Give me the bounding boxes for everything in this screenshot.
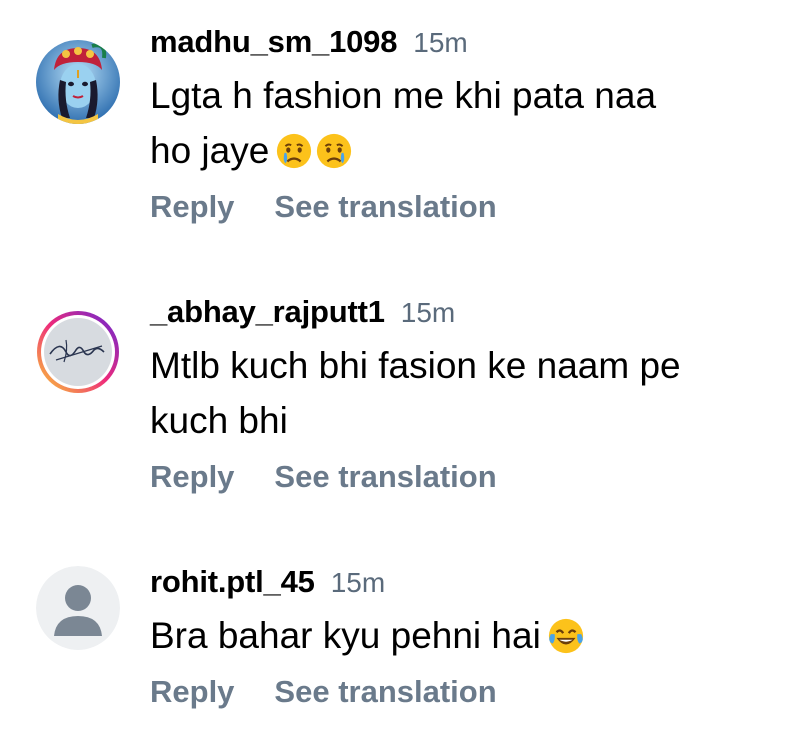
avatar[interactable] <box>36 566 120 650</box>
comment-text-line: Bra bahar kyu pehni hai <box>150 608 780 663</box>
crying-face-emoji-icon <box>315 130 353 169</box>
comment-username[interactable]: _abhay_rajputt1 <box>150 294 385 330</box>
crying-face-emoji-icon <box>275 130 313 169</box>
avatar-krishna-icon <box>36 40 120 124</box>
comment-content: _abhay_rajputt1 15m Mtlb kuch bhi fasion… <box>150 294 780 502</box>
comment-text-fragment: Bra bahar kyu pehni hai <box>150 615 541 656</box>
comment-actions: Reply See translation <box>150 667 780 717</box>
comment-text-line: Mtlb kuch bhi fasion ke naam pe <box>150 345 681 386</box>
see-translation-button[interactable]: See translation <box>274 459 496 495</box>
comment-time: 15m <box>330 567 386 598</box>
comment-text: Bra bahar kyu pehni hai <box>150 608 780 663</box>
comment-username[interactable]: rohit.ptl_45 <box>150 564 315 600</box>
comment-time: 15m <box>413 27 468 58</box>
avatar-signature-icon <box>37 311 119 393</box>
comment-text-fragment: ho jaye <box>150 130 270 171</box>
comment-time: 15m <box>400 297 456 328</box>
comment-text-line: kuch bhi <box>150 400 288 441</box>
comment-username[interactable]: madhu_sm_1098 <box>150 24 397 60</box>
comment-content: rohit.ptl_45 15m Bra bahar kyu pehni hai… <box>150 564 780 717</box>
reply-button[interactable]: Reply <box>150 189 234 225</box>
comment-actions: Reply See translation <box>150 452 780 502</box>
reply-button[interactable]: Reply <box>150 459 234 495</box>
see-translation-button[interactable]: See translation <box>274 189 496 225</box>
comment-text: Mtlb kuch bhi fasion ke naam pe kuch bhi <box>150 338 780 448</box>
comment-content: madhu_sm_1098 15m Lgta h fashion me khi … <box>150 24 780 232</box>
comment-actions: Reply See translation <box>150 182 780 232</box>
default-avatar-icon <box>36 566 120 650</box>
comment-meta: rohit.ptl_45 15m <box>150 564 780 604</box>
comment-text-line: ho jaye <box>150 123 780 178</box>
comment-meta: _abhay_rajputt1 15m <box>150 294 780 334</box>
avatar[interactable] <box>36 310 120 394</box>
comment-text: Lgta h fashion me khi pata naa ho jaye <box>150 68 780 178</box>
avatar[interactable] <box>36 40 120 124</box>
see-translation-button[interactable]: See translation <box>274 674 496 710</box>
reply-button[interactable]: Reply <box>150 674 234 710</box>
comment-meta: madhu_sm_1098 15m <box>150 24 780 64</box>
comment-text-line: Lgta h fashion me khi pata naa <box>150 75 657 116</box>
tears-of-joy-emoji-icon <box>547 615 585 654</box>
